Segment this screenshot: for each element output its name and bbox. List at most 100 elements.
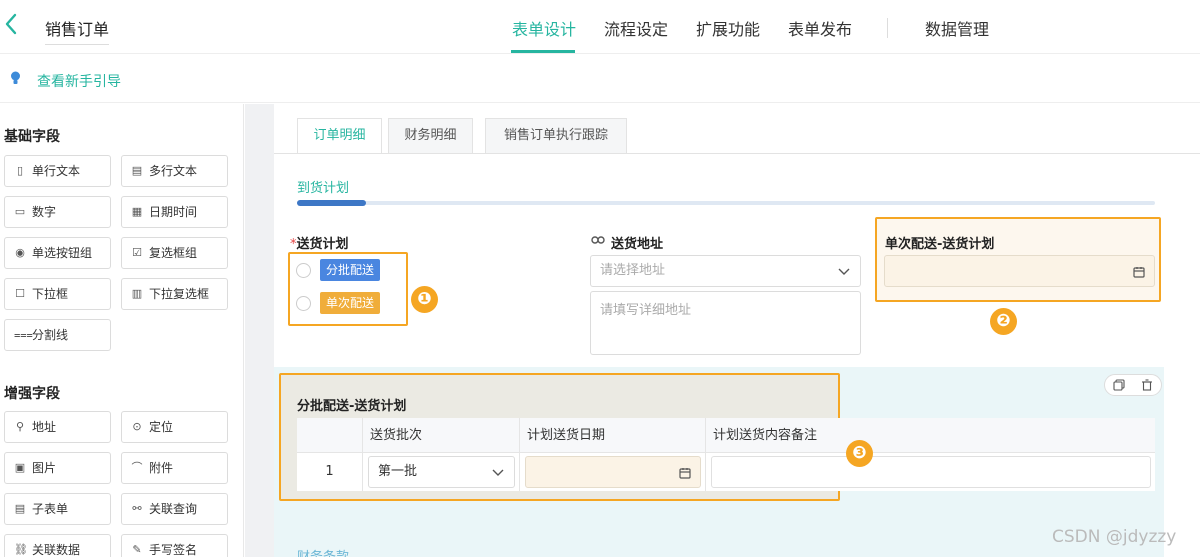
batch-plan-label: 分批配送-送货计划 (297, 399, 407, 414)
tab-form-publish[interactable]: 表单发布 (788, 16, 852, 40)
table-header-note: 计划送货内容备注 (706, 418, 1155, 453)
table-header-index (297, 418, 363, 453)
tab-form-design[interactable]: 表单设计 (512, 16, 576, 40)
address-label: 送货地址 (611, 237, 664, 252)
link-query-icon: ⚯ (132, 502, 142, 515)
field-label: 复选框组 (149, 246, 198, 260)
calendar-icon (679, 468, 691, 479)
field-label: 单行文本 (32, 164, 81, 178)
field-single-line-text[interactable]: ▯ 单行文本 (4, 155, 111, 187)
field-label: 下拉复选框 (149, 287, 210, 301)
group-progress-fill (297, 200, 366, 206)
field-label: 下拉框 (32, 287, 69, 301)
table-header-batch: 送货批次 (363, 418, 520, 453)
field-label: 关联查询 (149, 502, 198, 516)
watermark: CSDN @jdyzzy (1052, 527, 1177, 547)
field-link-query[interactable]: ⚯ 关联查询 (121, 493, 228, 525)
dropdown-icon: ☐ (15, 287, 25, 300)
field-attachment[interactable]: ⌒ 附件 (121, 452, 228, 484)
field-divider[interactable]: ⩶ 分割线 (4, 319, 111, 351)
subtab-execution-tracking[interactable]: 销售订单执行跟踪 (485, 118, 627, 154)
single-plan-date-input[interactable] (884, 255, 1155, 287)
field-label: 单选按钮组 (32, 246, 93, 260)
field-label: 定位 (149, 420, 174, 434)
divider-icon: ⩶ (14, 328, 33, 341)
batch-select[interactable]: 第一批 (368, 456, 515, 488)
option-tag-batch: 分批配送 (320, 259, 381, 281)
lightbulb-icon (11, 71, 20, 84)
nav-divider (887, 18, 888, 38)
field-number[interactable]: ▭ 数字 (4, 196, 111, 228)
tab-data-management[interactable]: 数据管理 (925, 16, 989, 40)
dropdown-multi-icon: ▥ (131, 287, 143, 300)
delivery-plan-label-text: 送货计划 (296, 237, 349, 252)
subtab-finance-details[interactable]: 财务明细 (388, 118, 473, 154)
field-label: 关联数据 (32, 543, 81, 557)
trash-icon[interactable] (1141, 379, 1153, 391)
copy-icon[interactable] (1113, 379, 1125, 391)
batch-select-value: 第一批 (378, 464, 418, 479)
advanced-fields-title: 增强字段 (4, 386, 60, 402)
field-label: 地址 (32, 420, 57, 434)
field-label: 附件 (149, 461, 174, 475)
group-title: 到货计划 (297, 181, 350, 196)
table-cell-batch: 第一批 (363, 453, 520, 491)
annotation-badge-3: ❸ (846, 440, 873, 467)
map-pin-icon: ⚲ (15, 420, 25, 433)
field-dropdown-multi[interactable]: ▥ 下拉复选框 (121, 278, 228, 310)
link-icon (591, 236, 605, 244)
field-link-data[interactable]: ⛓ 关联数据 (4, 534, 111, 557)
address-detail-input[interactable]: 请填写详细地址 (590, 291, 861, 355)
single-plan-label: 单次配送-送货计划 (885, 237, 995, 252)
option-tag-single: 单次配送 (320, 292, 381, 314)
radio-button[interactable] (296, 263, 311, 278)
field-label: 手写签名 (149, 543, 198, 557)
number-icon: ▭ (14, 205, 26, 218)
basic-fields-title: 基础字段 (4, 129, 60, 145)
field-image[interactable]: ▣ 图片 (4, 452, 111, 484)
calendar-icon: ▦ (131, 205, 143, 218)
guide-bar: 查看新手引导 (0, 55, 1200, 103)
tab-flow-settings[interactable]: 流程设定 (604, 16, 668, 40)
field-palette: 基础字段 ▯ 单行文本 ▤ 多行文本 ▭ 数字 ▦ 日期时间 ◉ 单选按钮组 ☑ 复选框组 … (0, 104, 244, 557)
address-select-placeholder: 请选择地址 (600, 263, 666, 278)
tab-extensions[interactable]: 扩展功能 (696, 16, 760, 40)
subform-actions (1104, 374, 1162, 396)
field-multi-line-text[interactable]: ▤ 多行文本 (121, 155, 228, 187)
field-label: 分割线 (32, 328, 69, 342)
batch-date-input[interactable] (525, 456, 701, 488)
link-data-icon: ⛓ (14, 543, 28, 556)
batch-plan-table: 送货批次 计划送货日期 计划送货内容备注 1 第一批 (297, 418, 1155, 491)
address-select[interactable]: 请选择地址 (590, 255, 861, 287)
field-label: 子表单 (32, 502, 69, 516)
checkbox-icon: ☑ (132, 246, 142, 259)
field-address[interactable]: ⚲ 地址 (4, 411, 111, 443)
field-location[interactable]: ⊙ 定位 (121, 411, 228, 443)
batch-note-input[interactable] (711, 456, 1151, 488)
table-cell-date (520, 453, 706, 491)
guide-link[interactable]: 查看新手引导 (37, 71, 121, 91)
field-signature[interactable]: ✎ 手写签名 (121, 534, 228, 557)
field-radio-group[interactable]: ◉ 单选按钮组 (4, 237, 111, 269)
locate-icon: ⊙ (132, 420, 142, 433)
radio-icon: ◉ (15, 246, 25, 259)
chevron-down-icon (492, 469, 504, 476)
field-label: 数字 (32, 205, 57, 219)
table-header-date: 计划送货日期 (520, 418, 706, 453)
field-dropdown[interactable]: ☐ 下拉框 (4, 278, 111, 310)
field-label: 图片 (32, 461, 57, 475)
chevron-down-icon (838, 268, 850, 275)
top-bar: 销售订单 表单设计 流程设定 扩展功能 表单发布 数据管理 (0, 0, 1200, 54)
subform-icon: ▤ (14, 502, 26, 515)
field-subform[interactable]: ▤ 子表单 (4, 493, 111, 525)
field-datetime[interactable]: ▦ 日期时间 (121, 196, 228, 228)
table-cell-index: 1 (297, 453, 363, 491)
annotation-badge-2: ❷ (990, 308, 1017, 335)
subtab-order-details[interactable]: 订单明细 (297, 118, 382, 154)
radio-button[interactable] (296, 296, 311, 311)
field-label: 日期时间 (149, 205, 198, 219)
attachment-icon: ⌒ (131, 461, 143, 474)
field-checkbox-group[interactable]: ☑ 复选框组 (121, 237, 228, 269)
annotation-badge-1: ❶ (411, 286, 438, 313)
signature-icon: ✎ (132, 543, 142, 556)
